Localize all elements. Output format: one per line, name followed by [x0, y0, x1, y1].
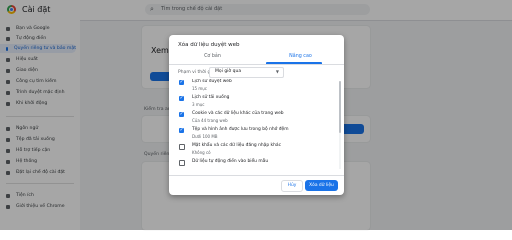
option-title: Dữ liệu tự động điền vào biểu mẫu [192, 159, 269, 164]
option-title: Mật khẩu và các dữ liệu đăng nhập khác [192, 143, 281, 148]
cancel-button[interactable]: Hủy [281, 180, 303, 192]
chevron-down-icon: ▼ [275, 69, 279, 74]
option-subtitle: 3 mục [192, 102, 205, 107]
checkbox-checked[interactable] [179, 79, 184, 85]
option-autofill-form-data[interactable]: Dữ liệu tự động điền vào biểu mẫu [179, 159, 329, 173]
scrollbar-thumb[interactable] [339, 81, 341, 133]
active-tab-indicator [266, 62, 322, 64]
checkbox-checked[interactable] [179, 127, 184, 133]
option-cached-files[interactable]: Tệp và hình ảnh được lưu trong bộ nhớ đệ… [179, 127, 329, 143]
checkbox-checked[interactable] [179, 95, 184, 101]
clear-browsing-data-dialog: Xóa dữ liệu duyệt web Cơ bản Nâng cao Ph… [169, 35, 344, 195]
option-subtitle: Không có [192, 150, 211, 155]
option-title: Tệp và hình ảnh được lưu trong bộ nhớ đệ… [192, 127, 289, 132]
dialog-footer: Hủy Xóa dữ liệu [169, 175, 344, 195]
checkbox-checked[interactable] [179, 111, 184, 117]
option-download-history[interactable]: Lịch sử tải xuống 3 mục [179, 95, 329, 111]
clear-data-button[interactable]: Xóa dữ liệu [305, 180, 338, 191]
option-browsing-history[interactable]: Lịch sử duyệt web 15 mục [179, 79, 329, 95]
option-passwords[interactable]: Mật khẩu và các dữ liệu đăng nhập khác K… [179, 143, 329, 159]
data-options-list: Lịch sử duyệt web 15 mục Lịch sử tải xuố… [169, 79, 344, 173]
option-title: Lịch sử duyệt web [192, 79, 232, 84]
option-subtitle: 15 mục [192, 86, 207, 91]
checkbox-unchecked[interactable] [179, 160, 185, 166]
tab-basic[interactable]: Cơ bản [169, 52, 256, 64]
option-title: Lịch sử tải xuống [192, 95, 230, 100]
time-range-value: Mọi giờ qua [215, 69, 242, 74]
option-title: Cookie và các dữ liệu khác của trang web [192, 111, 284, 116]
option-subtitle: Dưới 100 MB [192, 134, 218, 139]
time-range-select[interactable]: Mọi giờ qua ▼ [209, 67, 284, 78]
dialog-title: Xóa dữ liệu duyệt web [178, 42, 240, 48]
option-subtitle: Của 44 trang web [192, 118, 228, 123]
checkbox-unchecked[interactable] [179, 144, 185, 150]
option-cookies[interactable]: Cookie và các dữ liệu khác của trang web… [179, 111, 329, 127]
dialog-tabs: Cơ bản Nâng cao [169, 52, 344, 65]
